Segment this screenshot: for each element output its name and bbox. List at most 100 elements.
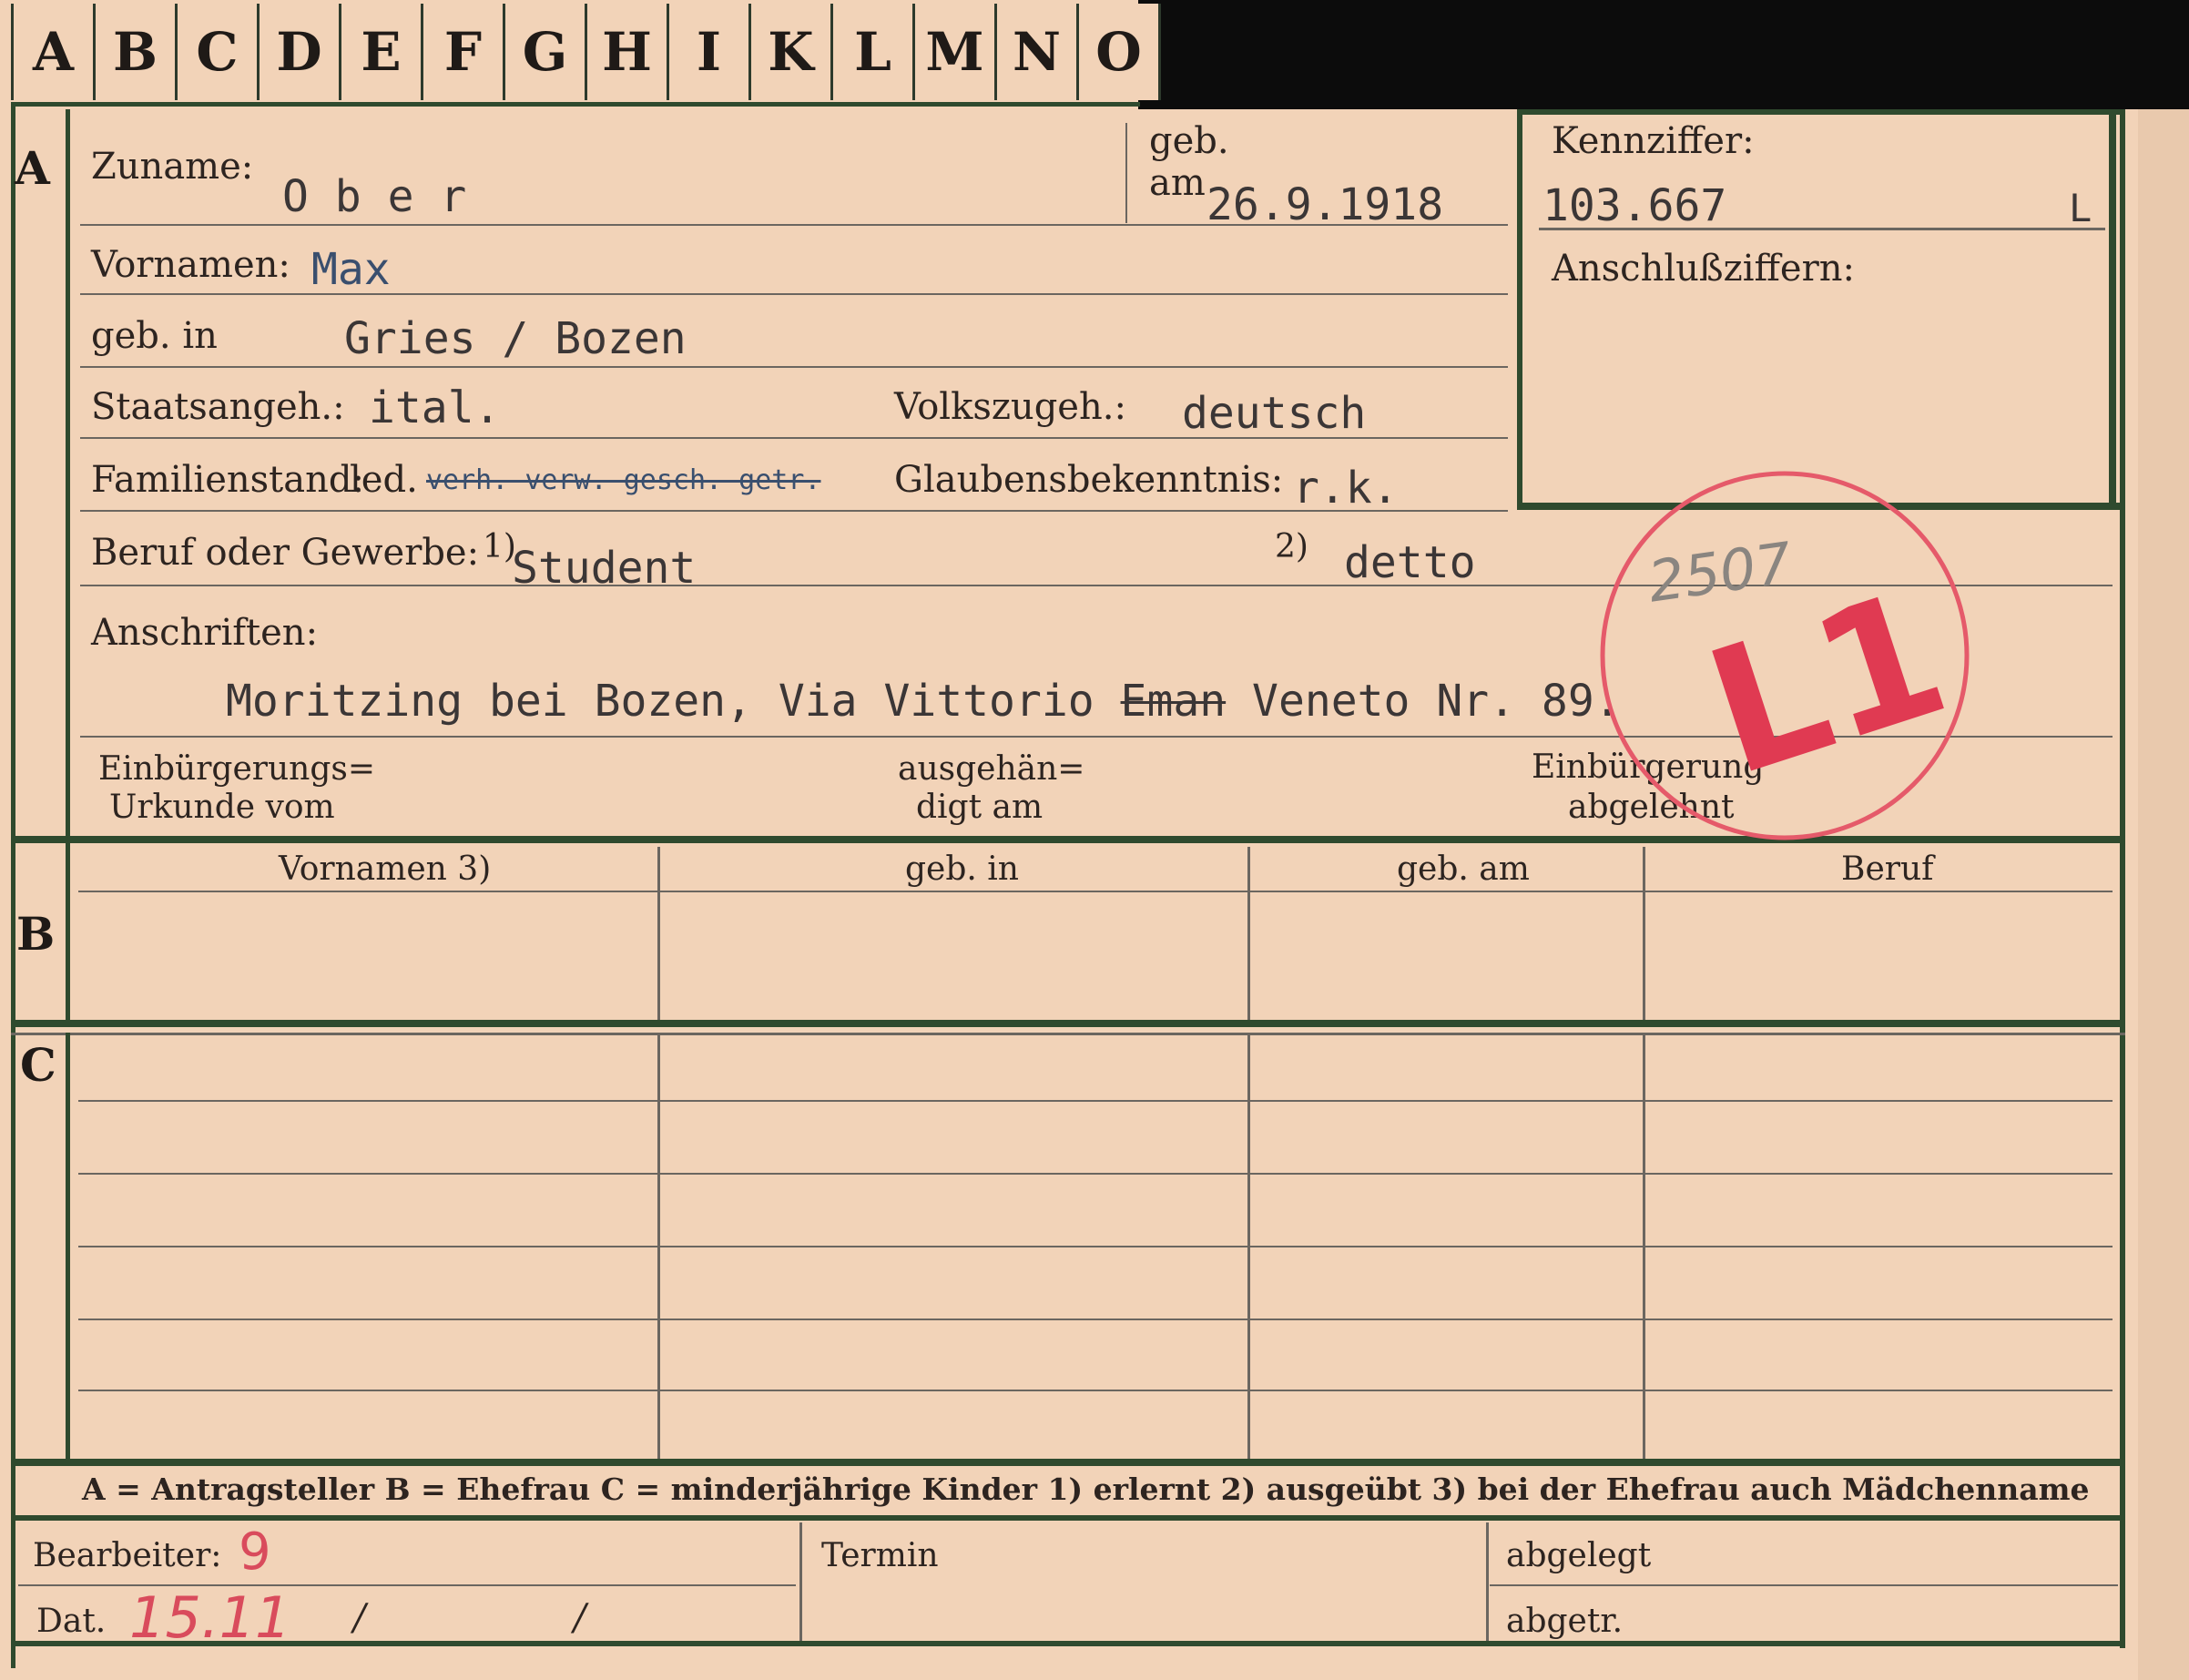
divider	[11, 1020, 2125, 1027]
table-header-born-in: geb. in	[905, 850, 1019, 888]
tab-letter: O	[1079, 4, 1161, 100]
table-header-born-on: geb. am	[1397, 850, 1530, 888]
divider	[66, 109, 70, 838]
divider	[11, 102, 1140, 107]
reference-label: Kennziffer:	[1552, 120, 1755, 162]
divider	[78, 1100, 2113, 1102]
divider	[78, 1173, 2113, 1175]
divider	[11, 1515, 2125, 1521]
tab-letter: B	[96, 4, 178, 100]
divider	[1490, 1584, 2118, 1586]
divider	[78, 1246, 2113, 1247]
address-struck: Eman	[1120, 676, 1227, 727]
born-in-label: geb. in	[91, 315, 218, 357]
tab-letter: G	[505, 4, 587, 100]
tab-letter: A	[11, 4, 96, 100]
tab-letter: K	[751, 4, 833, 100]
citizenship-value: ital.	[369, 382, 501, 433]
marital-prefix: led.	[350, 459, 418, 501]
note-2-marker: 2)	[1275, 528, 1308, 565]
birth-date-value: 26.9.1918	[1206, 179, 1444, 230]
card-edge	[2138, 109, 2189, 1680]
divider	[11, 1641, 2125, 1646]
divider	[1643, 847, 1645, 1020]
tab-letter: H	[587, 4, 669, 100]
tab-letter: L	[833, 4, 915, 100]
divider	[78, 1390, 2113, 1391]
abgetr-label: abgetr.	[1506, 1603, 1624, 1640]
ethnicity-value: deutsch	[1182, 388, 1367, 439]
worker-label: Bearbeiter:	[33, 1537, 222, 1574]
divider	[1517, 109, 2120, 115]
table-header-first-names: Vornamen 3)	[279, 850, 492, 888]
table-header-occupation: Beruf	[1841, 850, 1934, 888]
address-part-2: Veneto Nr. 89.	[1226, 676, 1621, 727]
date-slash: /	[574, 1597, 586, 1639]
divider	[80, 224, 1508, 226]
marital-label: Familienstand:	[91, 459, 364, 501]
section-c-marker: C	[20, 1038, 56, 1092]
divider	[78, 891, 2113, 892]
address-part-1: Moritzing bei Bozen, Via Vittorio	[226, 676, 1121, 727]
deadline-label: Termin	[821, 1537, 939, 1574]
divider	[1247, 847, 1250, 1020]
divider	[11, 102, 15, 1668]
religion-label: Glaubensbekenntnis:	[894, 459, 1284, 501]
index-card: A B C D E F G H I K L M N O A Zuname: O …	[0, 0, 2189, 1680]
tab-letter: E	[341, 4, 423, 100]
worker-initial-handwritten: 9	[239, 1522, 271, 1582]
tab-letter: F	[423, 4, 505, 100]
first-name-value: Max	[311, 244, 391, 295]
divider	[1125, 123, 1127, 223]
date-label: Dat.	[36, 1603, 107, 1640]
handed-out-label: ausgehän=	[898, 750, 1085, 788]
surname-label: Zuname:	[91, 146, 254, 188]
divider	[2109, 109, 2116, 510]
divider	[78, 1319, 2113, 1320]
address-value: Moritzing bei Bozen, Via Vittorio Eman V…	[226, 676, 1621, 727]
ethnicity-label: Volkszugeh.:	[894, 386, 1126, 428]
occupation-label: Beruf oder Gewerbe:	[91, 532, 480, 574]
tab-letter: D	[260, 4, 341, 100]
section-b-marker: B	[16, 907, 56, 961]
divider	[11, 1459, 2125, 1466]
background-edge	[1138, 0, 2189, 109]
divider	[80, 510, 1508, 512]
divider	[11, 1033, 2125, 1035]
divider	[1486, 1522, 1489, 1641]
tab-letter: C	[178, 4, 260, 100]
linked-numbers-label: Anschlußziffern:	[1552, 248, 1855, 290]
divider	[80, 437, 1508, 439]
legend-text: A = Antragsteller B = Ehefrau C = minder…	[82, 1471, 2090, 1507]
first-names-label: Vornamen:	[91, 244, 290, 286]
divider	[80, 366, 1508, 368]
divider	[80, 293, 1508, 295]
divider	[66, 843, 70, 1025]
tab-letter: I	[669, 4, 751, 100]
filed-label: abgelegt	[1506, 1537, 1652, 1574]
born-on-label: geb.	[1149, 120, 1229, 162]
marital-struck-text: verh. verw. gesch. getr.	[426, 464, 821, 496]
naturalization-label-2: Urkunde vom	[109, 789, 335, 826]
reference-number: 103.667	[1542, 180, 1727, 231]
born-am-label: am	[1149, 162, 1206, 204]
birthplace-value: Gries / Bozen	[344, 313, 687, 364]
divider	[799, 1522, 802, 1641]
surname-value: O b e r	[282, 171, 467, 222]
date-slash: /	[353, 1597, 366, 1639]
divider	[657, 847, 660, 1020]
citizenship-label: Staatsangeh.:	[91, 386, 345, 428]
religion-value: r.k.	[1293, 463, 1399, 514]
handed-out-label-2: digt am	[916, 789, 1044, 826]
tab-letter: M	[915, 4, 997, 100]
divider	[2120, 109, 2125, 1648]
naturalization-label: Einbürgerungs=	[98, 750, 376, 788]
tab-letter: N	[997, 4, 1079, 100]
occupation-practiced-value: detto	[1344, 537, 1476, 588]
divider	[66, 1033, 70, 1461]
alphabet-tabs: A B C D E F G H I K L M N O	[11, 4, 1161, 102]
divider	[1539, 228, 2105, 230]
date-handwritten: 15.11	[129, 1584, 291, 1651]
reference-suffix: L	[2069, 186, 2092, 230]
section-a-marker: A	[15, 141, 50, 195]
